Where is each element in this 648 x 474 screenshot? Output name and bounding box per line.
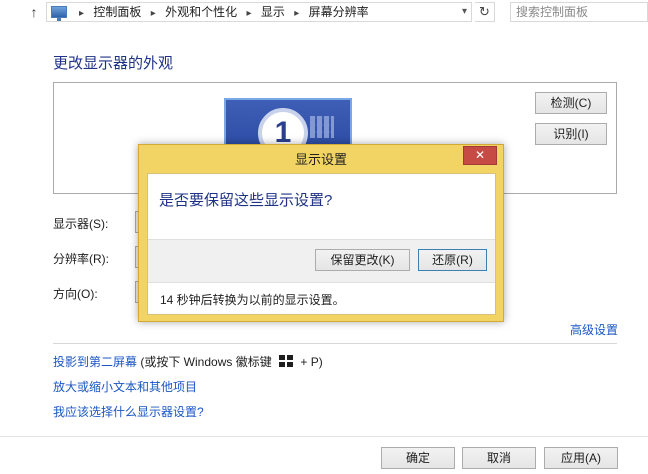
close-icon[interactable]: ✕: [463, 146, 497, 165]
breadcrumb-appearance[interactable]: 外观和个性化: [165, 5, 237, 19]
which-settings-link[interactable]: 我应该选择什么显示器设置?: [53, 403, 204, 420]
divider: [53, 343, 617, 344]
breadcrumb-screen-resolution[interactable]: 屏幕分辨率: [309, 5, 369, 19]
chevron-right-icon[interactable]: ▸: [151, 5, 156, 23]
keep-changes-button[interactable]: 保留更改(K): [315, 249, 410, 271]
windows-logo-icon: [279, 355, 294, 367]
display-settings-dialog: 显示设置 ✕ 是否要保留这些显示设置? 保留更改(K) 还原(R) 14 秒钟后…: [138, 144, 504, 322]
breadcrumb-display[interactable]: 显示: [261, 5, 285, 19]
resolution-label: 分辨率(R):: [53, 252, 109, 266]
address-toolbar: ↑ ▸ 控制面板 ▸ 外观和个性化 ▸ 显示 ▸ 屏幕分辨率 ▾ ↻ 搜索控制面…: [0, 0, 648, 25]
windows-grid-icon: [310, 116, 334, 138]
chevron-right-icon[interactable]: ▸: [246, 5, 251, 23]
identify-button[interactable]: 识别(I): [535, 123, 607, 145]
advanced-settings-link[interactable]: 高级设置: [570, 321, 618, 338]
address-bar[interactable]: ▸ 控制面板 ▸ 外观和个性化 ▸ 显示 ▸ 屏幕分辨率 ▾: [46, 2, 472, 22]
dialog-title: 显示设置: [294, 152, 347, 167]
page-title: 更改显示器的外观: [53, 55, 174, 72]
orientation-label: 方向(O):: [53, 287, 98, 301]
refresh-icon[interactable]: ↻: [475, 2, 495, 22]
ok-button[interactable]: 确定: [381, 447, 455, 469]
chevron-down-icon[interactable]: ▾: [462, 6, 467, 17]
project-second-screen-link[interactable]: 投影到第二屏幕 (或按下 Windows 徽标键 + P): [53, 353, 323, 370]
display-label: 显示器(S):: [53, 217, 109, 231]
chevron-right-icon[interactable]: ▸: [294, 5, 299, 23]
revert-button[interactable]: 还原(R): [418, 249, 487, 271]
dialog-button-bar: 保留更改(K) 还原(R): [148, 239, 495, 283]
dialog-question: 是否要保留这些显示设置?: [159, 192, 333, 209]
search-input[interactable]: 搜索控制面板: [510, 2, 648, 22]
cancel-button[interactable]: 取消: [462, 447, 536, 469]
control-panel-icon: [51, 6, 67, 21]
project-link-text[interactable]: 投影到第二屏幕: [53, 355, 137, 369]
project-hint-suffix: + P): [297, 355, 323, 369]
footer-divider: [0, 436, 648, 437]
breadcrumb: ▸ 控制面板 ▸ 外观和个性化 ▸ 显示 ▸ 屏幕分辨率: [73, 3, 369, 21]
project-hint-prefix: (或按下 Windows 徽标键: [137, 355, 276, 369]
text-size-link[interactable]: 放大或缩小文本和其他项目: [53, 378, 197, 395]
chevron-right-icon[interactable]: ▸: [79, 5, 84, 23]
detect-button[interactable]: 检测(C): [535, 92, 607, 114]
dialog-body: 是否要保留这些显示设置? 保留更改(K) 还原(R) 14 秒钟后转换为以前的显…: [147, 173, 496, 315]
apply-button[interactable]: 应用(A): [544, 447, 618, 469]
countdown-note: 14 秒钟后转换为以前的显示设置。: [160, 293, 345, 307]
up-arrow-icon[interactable]: ↑: [26, 3, 42, 21]
breadcrumb-control-panel[interactable]: 控制面板: [93, 5, 141, 19]
